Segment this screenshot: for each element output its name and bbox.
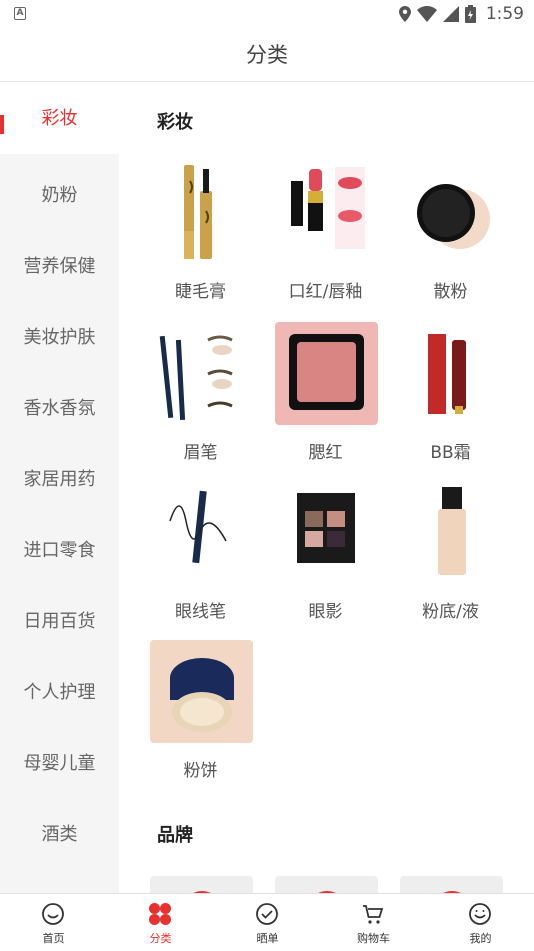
product-cell-bb-cream[interactable]: BB霜 (388, 322, 513, 472)
product-label: 散粉 (433, 282, 468, 302)
cart-icon (363, 905, 384, 924)
sidebar-item-mother-baby[interactable]: 母婴儿童 (0, 728, 119, 799)
pressed-powder-image (150, 640, 253, 743)
sidebar-item-skincare[interactable]: 美妆护肤 (0, 302, 119, 373)
sidebar-item-liquor[interactable]: 酒类 (0, 799, 119, 870)
home-icon (42, 903, 64, 925)
foundation-image (400, 481, 503, 584)
product-cell-loose-powder[interactable]: 散粉 (388, 161, 513, 311)
product-cell-foundation[interactable]: 粉底/液 (388, 481, 513, 631)
product-label: BB霜 (430, 443, 471, 463)
signal-icon (442, 6, 459, 22)
category-content: 彩妆 睫毛膏 口红/唇釉 散粉 眉笔 腮红 BB霜 眼线笔 眼影 粉底/液 粉饼… (119, 83, 534, 893)
bottom-tab-bar: 首页 分类 晒单 购物车 我的 (0, 893, 534, 950)
product-cell-eyeliner[interactable]: 眼线笔 (138, 481, 263, 631)
tab-share-order[interactable]: 晒单 (214, 894, 321, 951)
tab-category[interactable]: 分类 (107, 894, 214, 951)
brand-card[interactable] (150, 876, 253, 893)
page-title: 分类 (246, 43, 288, 67)
lipstick-image (275, 161, 378, 264)
product-label: 睫毛膏 (175, 282, 226, 302)
product-cell-lipstick[interactable]: 口红/唇釉 (263, 161, 388, 311)
eyeliner-image (150, 481, 253, 584)
product-label: 腮红 (308, 443, 343, 463)
product-label: 眼影 (308, 602, 343, 622)
product-cell-eyebrow-pencil[interactable]: 眉笔 (138, 322, 263, 472)
tab-label: 我的 (469, 932, 492, 945)
clock: 1:59 (485, 4, 524, 24)
product-label: 口红/唇釉 (288, 282, 363, 302)
loose-powder-image (400, 161, 503, 264)
bb-cream-image (400, 322, 503, 425)
sidebar-item-makeup[interactable]: 彩妆 (0, 83, 119, 154)
brand-card[interactable] (275, 876, 378, 893)
tab-profile[interactable]: 我的 (427, 894, 534, 951)
product-label: 粉底/液 (422, 602, 479, 622)
sidebar-item-fragrance[interactable]: 香水香氛 (0, 373, 119, 444)
product-cell-blush[interactable]: 腮红 (263, 322, 388, 472)
blush-image (275, 322, 378, 425)
eyeshadow-image (275, 481, 378, 584)
product-cell-pressed-powder[interactable]: 粉饼 (138, 640, 263, 790)
tab-home[interactable]: 首页 (0, 894, 107, 951)
sidebar-item-home-medicine[interactable]: 家居用药 (0, 444, 119, 515)
title-bar: 分类 (0, 28, 534, 82)
brand-card[interactable] (400, 876, 503, 893)
eyebrow-pencil-image (150, 322, 253, 425)
sidebar-item-milk-powder[interactable]: 奶粉 (0, 160, 119, 231)
tab-cart[interactable]: 购物车 (320, 894, 427, 951)
product-label: 眼线笔 (175, 602, 226, 622)
sidebar-item-imported-snacks[interactable]: 进口零食 (0, 515, 119, 586)
sidebar-item-personal-care[interactable]: 个人护理 (0, 657, 119, 728)
tab-label: 购物车 (357, 932, 390, 945)
category-icon (149, 903, 171, 925)
mascara-image (150, 161, 253, 264)
section-title-makeup: 彩妆 (157, 112, 193, 133)
tab-label: 首页 (42, 932, 65, 945)
status-bar: A 1:59 (0, 0, 534, 28)
product-label: 粉饼 (183, 761, 218, 781)
a-notification-icon: A (14, 7, 26, 20)
status-icons: 1:59 (398, 4, 524, 24)
product-label: 眉笔 (183, 443, 218, 463)
location-icon (398, 6, 411, 22)
sidebar-item-daily-goods[interactable]: 日用百货 (0, 586, 119, 657)
product-cell-eyeshadow[interactable]: 眼影 (263, 481, 388, 631)
product-cell-mascara[interactable]: 睫毛膏 (138, 161, 263, 311)
wifi-icon (416, 6, 437, 22)
check-circle-icon (256, 903, 278, 925)
profile-icon (469, 903, 491, 925)
section-title-brand: 品牌 (157, 825, 193, 846)
category-sidebar: 彩妆 奶粉 营养保健 美妆护肤 香水香氛 家居用药 进口零食 日用百货 个人护理… (0, 83, 119, 893)
tab-label: 分类 (149, 932, 172, 945)
sidebar-item-nutrition[interactable]: 营养保健 (0, 231, 119, 302)
tab-label: 晒单 (256, 932, 279, 945)
battery-icon (464, 5, 476, 23)
